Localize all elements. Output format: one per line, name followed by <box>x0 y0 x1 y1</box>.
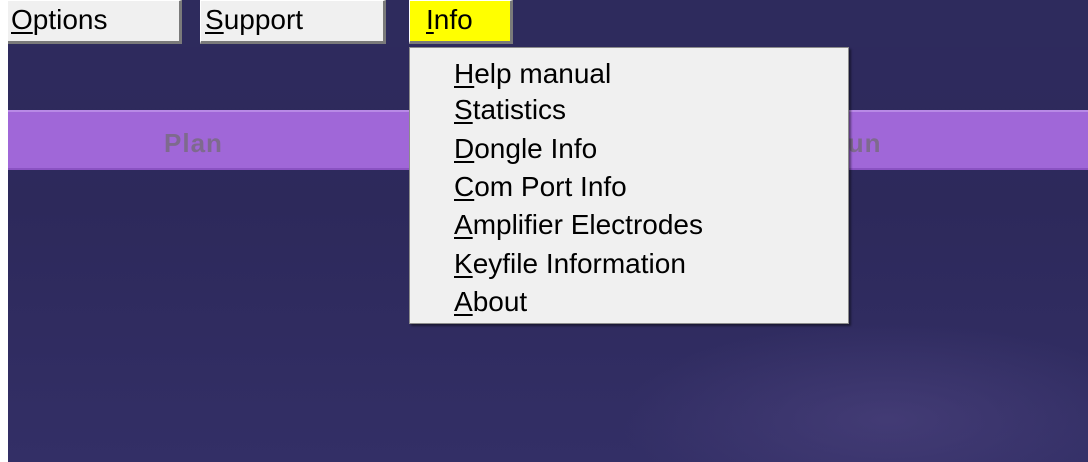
menu-bar: Options Support Info <box>8 0 1088 47</box>
menu-item-com-port-info[interactable]: Com Port Info <box>454 168 627 206</box>
menu-item-dongle-info[interactable]: Dongle Info <box>454 130 597 168</box>
menu-item-dongle-info-accel: D <box>454 133 475 164</box>
info-dropdown-menu: Help manual Statistics Dongle Info Com P… <box>409 47 849 324</box>
menu-item-about-accel: A <box>454 286 473 317</box>
menu-item-keyfile-information[interactable]: Keyfile Information <box>454 245 686 283</box>
menu-item-about[interactable]: About <box>454 283 527 321</box>
menu-item-statistics-label: tatistics <box>472 94 567 125</box>
menu-item-statistics[interactable]: Statistics <box>454 91 566 129</box>
menu-item-com-port-info-accel: C <box>454 171 475 202</box>
menu-item-statistics-accel: S <box>454 94 473 125</box>
menu-item-about-label: bout <box>472 286 528 317</box>
menu-options-accel: O <box>11 4 33 35</box>
menu-info-accel: I <box>426 4 434 35</box>
menu-support-label: upport <box>223 4 304 35</box>
menu-item-amplifier-electrodes-label: mplifier Electrodes <box>472 209 703 240</box>
app-window: Options Support Info Plan Run Help manua… <box>8 0 1088 462</box>
menu-info[interactable]: Info <box>409 0 513 44</box>
menu-item-help-manual-label: elp manual <box>474 58 612 89</box>
menu-item-amplifier-electrodes-accel: A <box>454 209 473 240</box>
menu-info-label: nfo <box>433 4 473 35</box>
menu-item-dongle-info-label: ongle Info <box>474 133 598 164</box>
menu-support-accel: S <box>205 4 224 35</box>
menu-options-label: ptions <box>32 4 108 35</box>
menu-item-help-manual[interactable]: Help manual <box>454 55 611 93</box>
menu-support[interactable]: Support <box>200 0 386 44</box>
menu-item-amplifier-electrodes[interactable]: Amplifier Electrodes <box>454 206 703 244</box>
menu-options[interactable]: Options <box>8 0 182 44</box>
menu-item-keyfile-information-label: eyfile Information <box>472 248 686 279</box>
tab-plan[interactable]: Plan <box>164 128 223 159</box>
menu-item-com-port-info-label: om Port Info <box>474 171 627 202</box>
menu-item-help-manual-accel: H <box>454 58 475 89</box>
menu-item-keyfile-information-accel: K <box>454 248 473 279</box>
